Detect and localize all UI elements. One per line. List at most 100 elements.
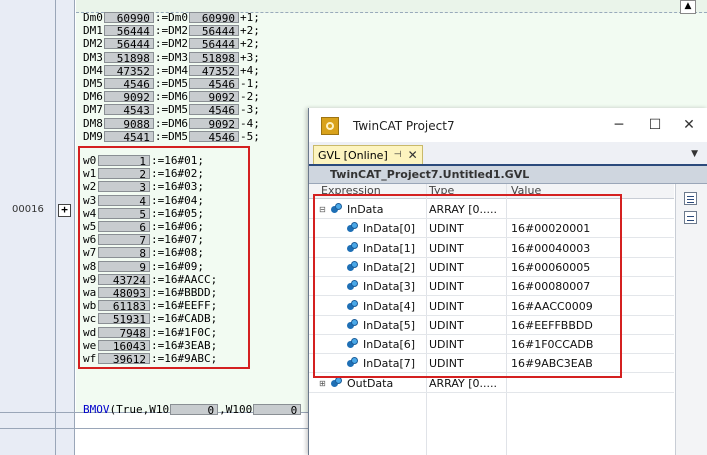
online-value[interactable]: 16043 <box>98 339 150 352</box>
code-line: wb 61183:=16#EEFF; <box>83 299 217 312</box>
online-value[interactable]: 9092 <box>189 91 239 103</box>
minimize-button[interactable]: ─ <box>609 115 629 135</box>
tab-dropdown-icon[interactable]: ▼ <box>691 149 698 159</box>
online-value[interactable]: 7 <box>98 234 150 246</box>
expand-icon[interactable]: ⊞ <box>319 379 326 388</box>
variable-name: w0 <box>83 154 97 168</box>
twincat-app-icon <box>321 117 339 135</box>
code-line: w5 6:=16#06; <box>83 220 217 233</box>
maximize-button[interactable]: ☐ <box>645 115 665 135</box>
online-value[interactable]: 7948 <box>98 326 150 339</box>
online-value[interactable]: 4543 <box>103 104 154 116</box>
code-line: w8 9:=16#09; <box>83 260 217 273</box>
online-value[interactable]: 9088 <box>103 117 154 130</box>
tab-gvl-online[interactable]: GVL [Online] ⊣ ✕ <box>313 145 423 164</box>
assign-operator: :=DM2 <box>154 24 188 38</box>
assign-literal: :=16#EEFF; <box>151 299 218 313</box>
online-value[interactable]: 9092 <box>189 117 239 130</box>
online-value[interactable]: 4546 <box>103 78 154 90</box>
w-code-block: w0 1:=16#01; w1 2:=16#02; w2 3:=16#03; w3 4:=16… <box>83 154 217 365</box>
variable-name: wf <box>83 351 97 365</box>
online-value[interactable]: 51898 <box>189 51 239 64</box>
assign-operator: :=DM6 <box>154 90 188 104</box>
increment: +3; <box>240 50 260 64</box>
increment: +1; <box>240 11 260 25</box>
online-value[interactable]: 47352 <box>103 64 154 77</box>
assign-literal: :=16#AACC; <box>151 272 218 286</box>
online-value[interactable]: 43724 <box>98 273 150 286</box>
code-line: DM7 4543:=DM5 4546 -3; <box>83 103 260 116</box>
online-value[interactable]: 56444 <box>103 25 154 37</box>
variable-name: wc <box>83 312 97 326</box>
online-value[interactable]: 9 <box>98 260 150 273</box>
close-button[interactable]: ✕ <box>679 115 699 135</box>
online-value[interactable]: 9092 <box>103 91 154 103</box>
increment: +4; <box>240 63 260 77</box>
assign-operator: :=Dm0 <box>154 11 188 25</box>
online-value[interactable]: 4546 <box>189 78 239 90</box>
expand-network-button[interactable]: + <box>58 204 71 217</box>
online-value[interactable]: 8 <box>98 247 150 259</box>
type-cell: ARRAY [0..... <box>429 376 498 390</box>
assign-operator: :=DM3 <box>154 50 188 64</box>
bmov-line: BMOV (True,W10 0 ,W100 0 <box>83 377 302 429</box>
online-value[interactable]: 51931 <box>98 313 150 325</box>
tab-close-icon[interactable]: ✕ <box>408 148 418 162</box>
online-value[interactable]: 4541 <box>103 130 154 143</box>
bmov-value-1[interactable]: 0 <box>170 404 219 416</box>
network-number: 00016 <box>12 204 44 215</box>
code-line: Dm0 60990:=Dm0 60990 +1; <box>83 11 260 24</box>
online-value[interactable]: 47352 <box>189 64 239 77</box>
bmov-params-2: ,W100 <box>219 403 253 417</box>
bmov-value-2[interactable]: 0 <box>253 404 302 416</box>
online-value[interactable]: 51898 <box>103 51 154 64</box>
assign-literal: :=16#01; <box>151 154 204 168</box>
assign-literal: :=16#09; <box>151 259 204 273</box>
code-line: DM8 9088:=DM6 9092 -4; <box>83 117 260 130</box>
variable-icon <box>331 376 342 388</box>
watch-sidebar <box>675 184 707 455</box>
assign-literal: :=16#04; <box>151 193 204 207</box>
online-value[interactable]: 48093 <box>98 286 150 299</box>
assign-literal: :=16#05; <box>151 206 204 220</box>
variable-name: DM6 <box>83 90 103 104</box>
scroll-up-button[interactable]: ▲ <box>680 0 696 14</box>
online-value[interactable]: 4 <box>98 194 150 207</box>
increment: +2; <box>240 24 260 38</box>
increment: +2; <box>240 37 260 51</box>
online-value[interactable]: 56444 <box>103 38 154 50</box>
variable-name: DM2 <box>83 37 103 51</box>
online-value[interactable]: 60990 <box>103 12 154 24</box>
dm-code-block: Dm0 60990:=Dm0 60990 +1; DM1 56444:=DM2 56444 +… <box>83 11 260 143</box>
online-value[interactable]: 5 <box>98 207 150 220</box>
assign-literal: :=16#9ABC; <box>151 351 218 365</box>
variable-name: we <box>83 338 97 352</box>
code-line: w2 3:=16#03; <box>83 180 217 193</box>
code-line: DM3 51898:=DM3 51898 +3; <box>83 51 260 64</box>
code-line: w4 5:=16#05; <box>83 207 217 220</box>
variable-name: w5 <box>83 220 97 234</box>
code-line: wf 39612:=16#9ABC; <box>83 352 217 365</box>
online-value[interactable]: 61183 <box>98 300 150 312</box>
variable-name: w9 <box>83 272 97 286</box>
online-value[interactable]: 60990 <box>189 12 239 24</box>
online-value[interactable]: 56444 <box>189 38 239 50</box>
variable-name: wd <box>83 325 97 339</box>
variable-name: w7 <box>83 246 97 260</box>
online-value[interactable]: 56444 <box>189 25 239 37</box>
online-value[interactable]: 4546 <box>189 130 239 143</box>
online-value[interactable]: 1 <box>98 155 150 167</box>
window-titlebar[interactable]: TwinCAT Project7 ─ ☐ ✕ <box>309 108 707 142</box>
online-value[interactable]: 6 <box>98 221 150 233</box>
table-view-icon[interactable] <box>684 211 697 224</box>
online-value[interactable]: 39612 <box>98 352 150 365</box>
online-value[interactable]: 3 <box>98 181 150 193</box>
assign-operator: :=DM5 <box>154 103 188 117</box>
online-value[interactable]: 4546 <box>189 104 239 116</box>
list-view-icon[interactable] <box>684 192 697 205</box>
variable-name: w1 <box>83 167 97 181</box>
pin-icon[interactable]: ⊣ <box>394 150 402 160</box>
variable-name: w8 <box>83 259 97 273</box>
online-value[interactable]: 2 <box>98 168 150 180</box>
assign-literal: :=16#08; <box>151 246 204 260</box>
